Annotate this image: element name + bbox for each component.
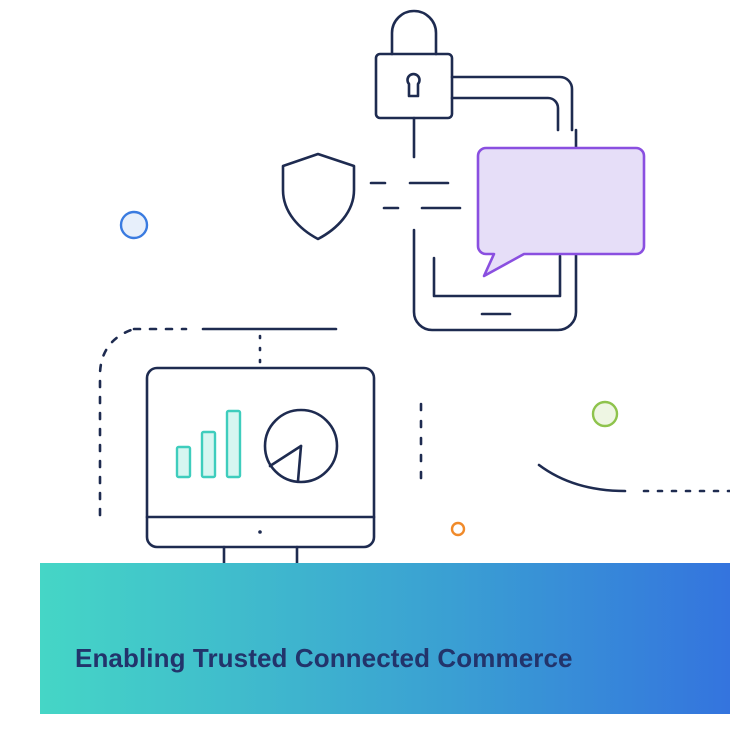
blue-dot	[119, 210, 149, 240]
bar-3	[225, 409, 242, 479]
bar-1	[175, 445, 192, 479]
shield-connector	[369, 181, 462, 210]
shield-icon	[281, 152, 356, 241]
green-dot	[591, 400, 619, 428]
pie-chart-icon	[263, 408, 339, 484]
hero-graphic: Enabling Trusted Connected Commerce	[0, 0, 730, 743]
right-arc-path	[537, 463, 730, 493]
bar-2	[200, 430, 217, 479]
banner-title: Enabling Trusted Connected Commerce	[75, 643, 573, 673]
bar-chart-icon	[175, 409, 242, 479]
orange-dot	[450, 521, 466, 537]
title-banner: Enabling Trusted Connected Commerce	[40, 563, 730, 714]
padlock-connector	[450, 75, 574, 132]
left-dotted-path	[98, 327, 338, 517]
padlock-icon	[374, 9, 454, 159]
